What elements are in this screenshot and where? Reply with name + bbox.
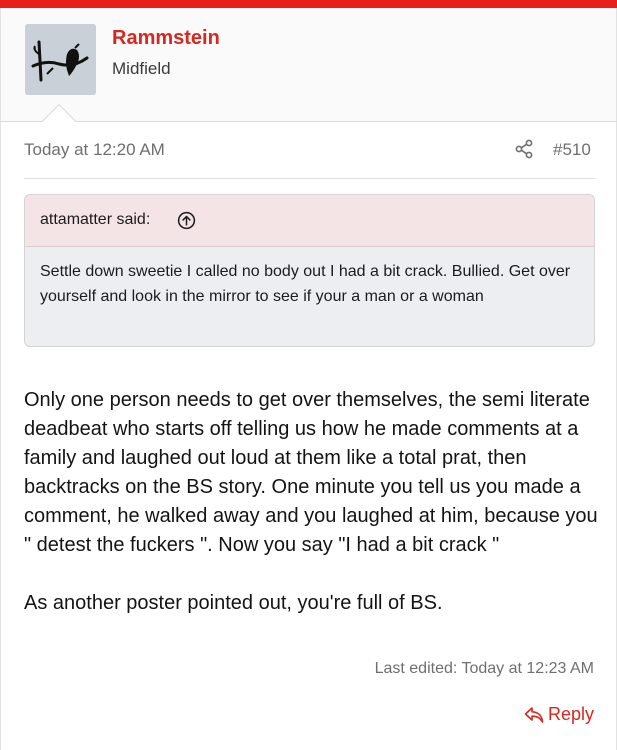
arrow-up-circle-icon[interactable] bbox=[177, 211, 196, 230]
message-paragraph: As another poster pointed out, you're fu… bbox=[24, 592, 443, 614]
post-user-header: Rammstein Midfield bbox=[0, 8, 617, 122]
quote-text: Settle down sweetie I called no body out… bbox=[40, 263, 571, 305]
avatar[interactable] bbox=[25, 24, 96, 95]
quote-block: attamatter said: Settle down sweetie I c… bbox=[24, 194, 595, 347]
message-paragraph: Only one person needs to get over themse… bbox=[24, 389, 598, 556]
bird-on-branch-avatar-icon bbox=[25, 24, 96, 95]
header-divider bbox=[0, 121, 617, 122]
post-border-left bbox=[0, 122, 1, 750]
accent-top-bar bbox=[0, 0, 617, 8]
quote-header: attamatter said: bbox=[25, 195, 594, 247]
share-icon[interactable] bbox=[514, 139, 534, 159]
reply-arrow-icon bbox=[524, 706, 544, 723]
reply-label: Reply bbox=[547, 704, 594, 724]
user-title: Midfield bbox=[112, 59, 171, 78]
last-edited-note: Last edited: Today at 12:23 AM bbox=[374, 660, 594, 677]
post-number-link[interactable]: #510 bbox=[553, 140, 591, 160]
quote-author[interactable]: attamatter said: bbox=[40, 211, 150, 229]
reply-button[interactable]: Reply bbox=[524, 704, 594, 725]
post-date-link[interactable]: Today at 12:20 AM bbox=[24, 140, 165, 160]
meta-divider bbox=[24, 178, 595, 179]
username-link[interactable]: Rammstein bbox=[112, 27, 220, 50]
post-message: Only one person needs to get over themse… bbox=[24, 386, 599, 618]
